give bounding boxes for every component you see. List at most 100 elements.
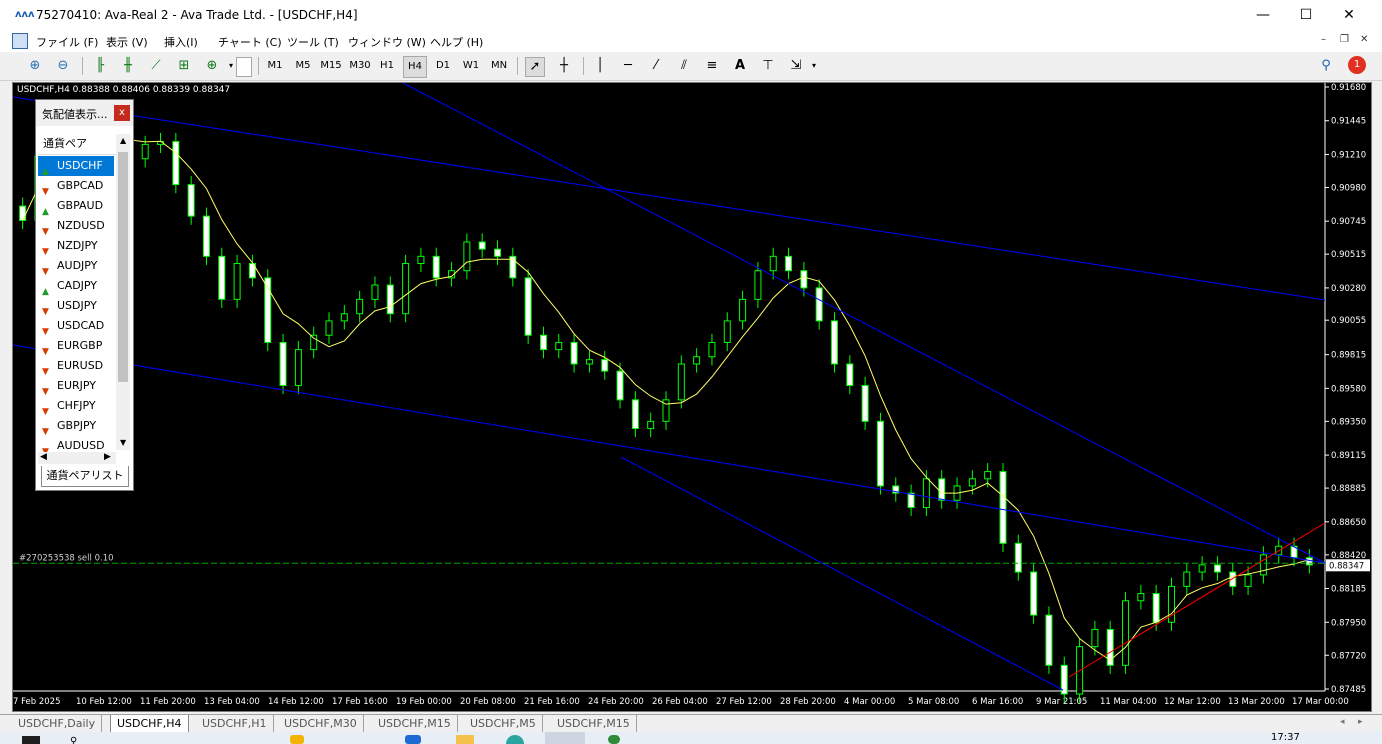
market-watch-row[interactable]: ▼ AUDJPY — [38, 256, 114, 277]
candlestick-chart-icon[interactable]: ╫ — [119, 57, 137, 75]
horizontal-line-icon[interactable]: ─ — [619, 57, 637, 75]
zoom-out-icon[interactable]: ⊖ — [54, 57, 72, 75]
line-chart-icon[interactable]: ⟋ — [147, 57, 165, 75]
price-tick-label: 0.89815 — [1331, 351, 1366, 361]
time-tick-label: 5 Mar 08:00 — [908, 697, 959, 707]
fibonacci-icon[interactable]: ≡ — [703, 57, 721, 75]
price-chart[interactable]: 0.91680 0.91445 0.91210 0.90980 0.90745 0.905… — [13, 83, 1371, 711]
menu-file[interactable]: ファイル (F) — [36, 34, 98, 50]
trendline-channel-bottom — [620, 456, 1064, 691]
chart-header: USDCHF,H4 0.88388 0.88406 0.88339 0.8834… — [17, 85, 231, 95]
candle-body — [141, 143, 149, 160]
menu-window[interactable]: ウィンドウ (W) — [348, 34, 426, 50]
trendline-icon[interactable]: ⁄ — [647, 57, 665, 75]
chart-window[interactable]: 0.91680 0.91445 0.91210 0.90980 0.90745 0.905… — [12, 82, 1372, 712]
menu-view[interactable]: 表示 (V) — [106, 34, 148, 50]
tab-usdchf-m15[interactable]: USDCHF,M15 — [372, 715, 458, 732]
arrows-icon[interactable]: ⇲ — [787, 57, 805, 75]
vertical-line-icon[interactable]: │ — [591, 57, 609, 75]
tab-usdchf-h1[interactable]: USDCHF,H1 — [196, 715, 274, 732]
time-tick-label: 13 Feb 04:00 — [204, 697, 260, 707]
market-watch-row[interactable]: ▼ NZDUSD — [38, 216, 114, 237]
market-watch-row[interactable]: ▼ GBPCAD — [38, 176, 114, 197]
taskbar-app-icon[interactable] — [290, 735, 304, 744]
search-icon[interactable]: ⚲ — [1317, 57, 1335, 75]
maximize-button[interactable]: ☐ — [1283, 0, 1329, 30]
scroll-left-icon[interactable]: ◀ — [40, 452, 47, 462]
tab-usdchf-m5[interactable]: USDCHF,M5 — [464, 715, 543, 732]
tab-usdchf-m15-b[interactable]: USDCHF,M15 — [551, 715, 637, 732]
candle-body — [417, 255, 425, 265]
market-watch-row[interactable]: ▼ CHFJPY — [38, 396, 114, 417]
market-watch-row[interactable]: ▲ GBPAUD — [38, 196, 114, 217]
menu-help[interactable]: ヘルプ (H) — [430, 34, 483, 50]
symbol-column-header[interactable]: 通貨ペア — [38, 134, 119, 155]
windows-start-icon[interactable] — [22, 736, 40, 744]
scroll-down-icon[interactable]: ▼ — [120, 438, 126, 447]
candle-body — [938, 478, 946, 501]
menu-tools[interactable]: ツール (T) — [287, 34, 339, 50]
close-button[interactable]: ✕ — [1326, 0, 1372, 30]
tf-m5-button[interactable]: M5 — [292, 56, 314, 76]
zoom-in-icon[interactable]: ⊕ — [26, 57, 44, 75]
add-indicator-icon[interactable]: ⊕ — [203, 57, 221, 75]
menu-chart[interactable]: チャート (C) — [218, 34, 282, 50]
market-watch-hscrollbar[interactable]: ◀ ▶ — [38, 452, 116, 464]
time-tick-label: 13 Mar 20:00 — [1228, 697, 1285, 707]
time-tick-label: 17 Feb 16:00 — [332, 697, 388, 707]
tf-mn-button[interactable]: MN — [488, 56, 510, 76]
price-tick-label: 0.89350 — [1331, 417, 1366, 427]
mdi-minimize-icon[interactable]: – — [1321, 34, 1326, 45]
tf-d1-button[interactable]: D1 — [432, 56, 454, 76]
autoscroll-icon[interactable]: ⊞ — [175, 57, 193, 75]
taskbar-folder-icon[interactable] — [456, 735, 474, 744]
candle-body — [800, 270, 808, 289]
market-watch-row[interactable]: ▼ EURGBP — [38, 336, 114, 357]
tab-scroll-left-icon[interactable]: ◂ — [1340, 717, 1345, 727]
candle-body — [785, 255, 793, 272]
tf-h4-button[interactable]: H4 — [403, 56, 427, 78]
menu-insert[interactable]: 挿入(I) — [164, 34, 198, 50]
symbols-list-tab[interactable]: 通貨ペアリスト — [41, 466, 129, 487]
candle-body — [356, 298, 364, 315]
cursor-icon[interactable]: ➚ — [525, 57, 545, 77]
price-tick-label: 0.89580 — [1331, 384, 1366, 394]
tab-usdchf-h4[interactable]: USDCHF,H4 — [110, 715, 189, 733]
text-label-icon[interactable]: ⊤ — [759, 57, 777, 75]
equidistant-channel-icon[interactable]: ⫽ — [675, 57, 693, 75]
scroll-up-icon[interactable]: ▲ — [120, 136, 126, 145]
taskbar-search-icon[interactable]: ⚲ — [70, 736, 77, 744]
mdi-close-icon[interactable]: ✕ — [1360, 34, 1368, 45]
tab-usdchf-daily[interactable]: USDCHF,Daily — [12, 715, 103, 732]
tab-scroll-right-icon[interactable]: ▸ — [1358, 717, 1363, 727]
market-watch-row[interactable]: ▼ EURUSD — [38, 356, 114, 377]
tab-usdchf-m30[interactable]: USDCHF,M30 — [278, 715, 364, 732]
market-watch-row[interactable]: ▼ GBPJPY — [38, 416, 114, 437]
market-watch-row[interactable]: ▼ NZDJPY — [38, 236, 114, 257]
template-box[interactable] — [236, 57, 252, 77]
tf-h1-button[interactable]: H1 — [376, 56, 398, 76]
scrollbar-thumb[interactable] — [118, 152, 128, 382]
mdi-restore-icon[interactable]: ❐ — [1340, 34, 1349, 45]
market-watch-row[interactable]: ▼ USDCAD — [38, 316, 114, 337]
market-watch-close-icon[interactable]: x — [114, 105, 130, 121]
notification-badge[interactable]: 1 — [1348, 56, 1366, 74]
text-icon[interactable]: A — [731, 57, 749, 75]
minimize-button[interactable]: — — [1240, 0, 1286, 30]
tf-m30-button[interactable]: M30 — [347, 56, 373, 76]
taskbar-app-icon[interactable] — [405, 735, 421, 744]
taskbar-active-app[interactable] — [545, 732, 585, 744]
market-watch-row[interactable]: ▼ EURJPY — [38, 376, 114, 397]
scroll-right-icon[interactable]: ▶ — [104, 452, 111, 462]
tf-m1-button[interactable]: M1 — [264, 56, 286, 76]
bar-chart-icon[interactable]: ╟ — [91, 57, 109, 75]
market-watch-row[interactable]: ▲ USDCHF — [38, 156, 114, 177]
chevron-down-icon[interactable]: ▾ — [805, 57, 823, 75]
crosshair-icon[interactable]: ┼ — [555, 57, 573, 75]
taskbar-app-icon[interactable] — [608, 735, 620, 744]
tf-m15-button[interactable]: M15 — [318, 56, 344, 76]
taskbar-edge-icon[interactable] — [506, 735, 524, 744]
market-watch-row[interactable]: ▲ CADJPY — [38, 276, 114, 297]
market-watch-row[interactable]: ▼ USDJPY — [38, 296, 114, 317]
tf-w1-button[interactable]: W1 — [460, 56, 482, 76]
